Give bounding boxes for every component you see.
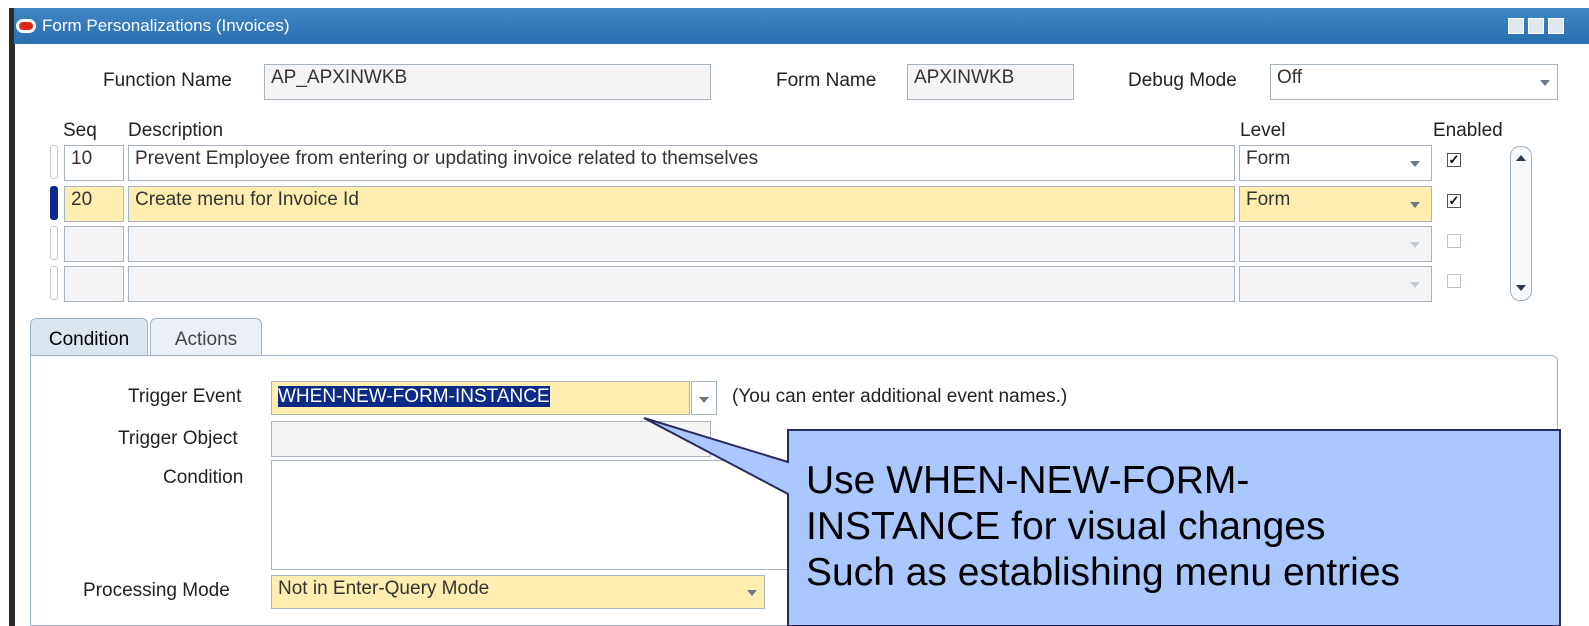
callout-line: Use WHEN-NEW-FORM- [806, 459, 1250, 502]
callout-line: Such as establishing menu entries [806, 551, 1401, 594]
callout-text: Use WHEN-NEW-FORM- INSTANCE for visual c… [806, 458, 1400, 596]
callout-line: INSTANCE for visual changes [806, 505, 1326, 548]
